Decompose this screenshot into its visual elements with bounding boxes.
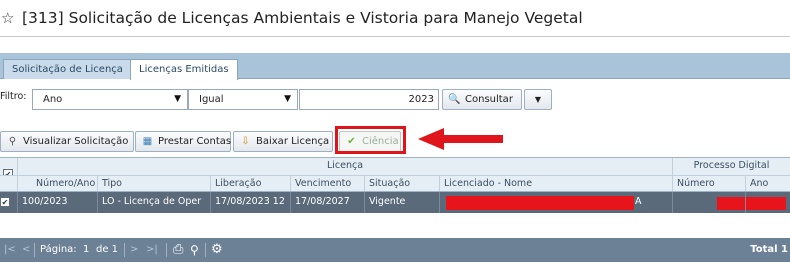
col-liberacao[interactable]: Liberação [211, 176, 291, 191]
row-checkbox[interactable]: ✔ [0, 197, 10, 207]
consultar-options-button[interactable]: ▼ [524, 89, 552, 110]
visualizar-label: Visualizar Solicitação [23, 136, 129, 147]
prev-page-icon[interactable]: < [22, 238, 30, 262]
table-row[interactable]: ✔ 100/2023 LO - Licença de Oper 17/08/20… [0, 192, 790, 213]
tab-strip: Solicitação de Licença Licenças Emitidas [0, 53, 790, 80]
filter-operator-select[interactable]: Igual ▼ [188, 89, 298, 110]
row-checkbox-cell: ✔ [0, 192, 18, 213]
redaction-block [717, 197, 745, 210]
filter-operator-value: Igual [199, 94, 224, 105]
col-processo-ano[interactable]: Ano [746, 176, 790, 191]
cell-numero-ano: 100/2023 [18, 192, 98, 213]
cell-tipo: LO - Licença de Oper [98, 192, 211, 213]
table-add-icon: ▦ [142, 136, 153, 147]
chevron-down-icon: ▼ [534, 95, 542, 104]
highlight-box [335, 126, 406, 154]
col-vencimento[interactable]: Vencimento [291, 176, 365, 191]
group-header-processo: Processo Digital [693, 160, 770, 171]
print-icon[interactable]: ⎙ [173, 238, 183, 262]
select-all-cell: ✔ [0, 158, 18, 175]
col-numero-ano[interactable]: Número/Ano [18, 176, 98, 191]
magnifier-icon: ⚲ [8, 136, 17, 147]
consultar-button[interactable]: 🔍 Consultar [442, 89, 522, 110]
gear-icon[interactable]: ⚙ [211, 238, 223, 262]
prestar-label: Prestar Contas [158, 136, 232, 147]
pager-separator [124, 243, 125, 257]
group-header-licenca: Licença [18, 158, 673, 175]
cell-processo-numero [673, 192, 746, 213]
chevron-down-icon: ▼ [174, 94, 181, 104]
col-licenciado-nome[interactable]: Licenciado - Nome [440, 176, 673, 191]
select-all-checkbox[interactable]: ✔ [3, 169, 13, 175]
filter-field-value: Ano [43, 94, 63, 105]
cell-situacao: Vigente [365, 192, 440, 213]
cell-nome-suffix: A [635, 196, 642, 207]
baixar-label: Baixar Licença [256, 136, 330, 147]
col-situacao[interactable]: Situação [365, 176, 440, 191]
cell-liberacao: 17/08/2023 12 [211, 192, 291, 213]
consultar-label: Consultar [465, 94, 513, 105]
tab-licencas-emitidas[interactable]: Licenças Emitidas [130, 59, 238, 80]
total-count: Total 1 [750, 244, 788, 255]
filter-value-input[interactable]: 2023 [299, 89, 439, 110]
cell-vencimento: 17/08/2027 [291, 192, 365, 213]
filter-label: Filtro: [0, 91, 27, 102]
col-processo-numero[interactable]: Número [673, 176, 746, 191]
visualizar-solicitacao-button[interactable]: ⚲ Visualizar Solicitação [0, 131, 134, 152]
redaction-block [746, 197, 786, 210]
pager-bar: |< < Página: 1 de 1 > >| ⎙ ⚲ ⚙ Total 1 [0, 238, 790, 262]
page-count: de 1 [96, 244, 119, 255]
cell-processo-ano [746, 192, 790, 213]
licencas-grid: ✔ Licença Processo Digital Número/Ano Ti… [0, 157, 790, 236]
filter-field-select[interactable]: Ano ▼ [32, 89, 188, 110]
pager-separator [205, 243, 206, 257]
grid-column-header: Número/Ano Tipo Liberação Vencimento Sit… [0, 176, 790, 192]
redaction-block [446, 196, 634, 210]
page-label: Página: [40, 244, 77, 255]
pager-separator [34, 243, 35, 257]
tab-solicitacao-de-licenca[interactable]: Solicitação de Licença [3, 59, 132, 79]
search-icon[interactable]: ⚲ [190, 238, 199, 262]
download-icon: ⇩ [241, 136, 250, 147]
pager-separator [166, 243, 167, 257]
star-outline-icon[interactable]: ☆ [1, 8, 14, 28]
cell-licenciado-nome: A [440, 192, 673, 213]
page-title: [313] Solicitação de Licenças Ambientais… [22, 9, 583, 27]
page-number[interactable]: 1 [83, 238, 89, 262]
chevron-down-icon: ▼ [284, 94, 291, 104]
annotation-arrow-shaft [443, 135, 503, 143]
title-bar: ☆ [313] Solicitação de Licenças Ambienta… [0, 0, 790, 37]
baixar-licenca-button[interactable]: ⇩ Baixar Licença [233, 131, 333, 152]
filter-row: Filtro: Ano ▼ Igual ▼ 2023 🔍 Consultar ▼ [0, 87, 790, 111]
prestar-contas-button[interactable]: ▦ Prestar Contas [135, 131, 231, 152]
last-page-icon[interactable]: >| [146, 238, 158, 262]
checkbox-column-header [0, 176, 18, 191]
col-tipo[interactable]: Tipo [98, 176, 211, 191]
first-page-icon[interactable]: |< [4, 238, 16, 262]
grid-group-header: ✔ Licença Processo Digital [0, 158, 790, 176]
next-page-icon[interactable]: > [130, 238, 138, 262]
search-icon: 🔍 [448, 94, 461, 105]
annotation-arrow-head [418, 128, 444, 150]
